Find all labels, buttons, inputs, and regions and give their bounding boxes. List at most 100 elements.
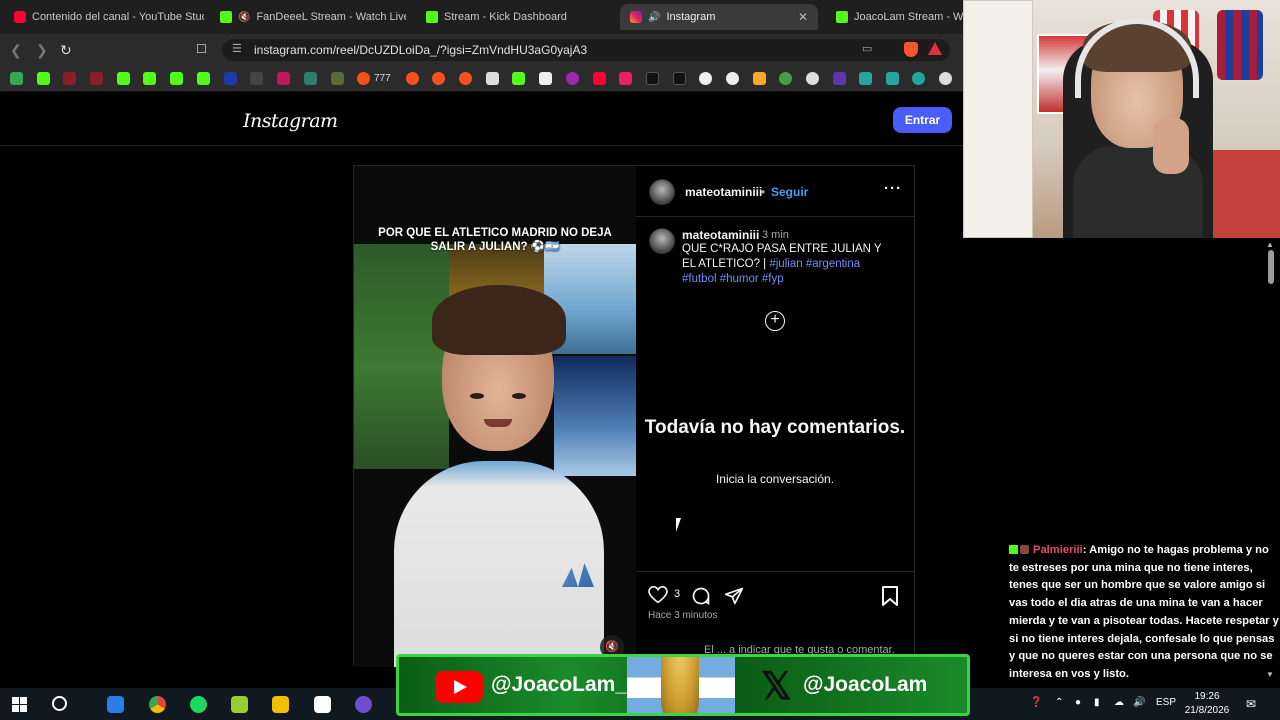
bookmark-icon[interactable] (432, 72, 445, 85)
tray-arrow-icon[interactable]: ⌃ (1055, 697, 1063, 708)
folder-icon[interactable] (272, 696, 289, 713)
tab-kick-dashboard[interactable]: Stream - Kick Dashboard (416, 4, 612, 30)
bookmark-icon[interactable] (406, 72, 419, 85)
volume-icon[interactable]: 🔊 (1133, 697, 1145, 708)
windows-start-icon[interactable] (12, 697, 27, 712)
posted-time: Hace 3 minutos (648, 610, 718, 621)
bookmark-icon[interactable] (539, 72, 552, 85)
spotify-icon[interactable] (190, 696, 207, 713)
bookmark-icon[interactable] (486, 72, 499, 85)
bookmark-icon[interactable] (63, 72, 76, 85)
help-icon[interactable]: ❓ (1030, 697, 1042, 708)
x-icon[interactable] (673, 72, 686, 85)
drive-icon[interactable] (10, 72, 23, 85)
bookmark-icon[interactable] (357, 72, 370, 85)
bookmark-icon[interactable] (912, 72, 925, 85)
kick-icon (836, 11, 848, 23)
post-author-username[interactable]: mateotaminiii (685, 185, 762, 199)
kick-icon[interactable] (143, 72, 156, 85)
tiktok-icon[interactable] (646, 72, 659, 85)
reload-icon[interactable]: ↻ (60, 42, 72, 59)
bookmark-icon[interactable] (250, 72, 263, 85)
search-icon[interactable] (52, 696, 67, 711)
avatar[interactable] (649, 179, 675, 205)
bookmark-icon[interactable] (833, 72, 846, 85)
system-clock[interactable]: 19:26 21/8/2026 (1176, 690, 1238, 718)
back-icon[interactable]: ❮ (10, 42, 22, 59)
bookmark-icon[interactable] (304, 72, 317, 85)
file-explorer-icon[interactable] (107, 696, 124, 713)
instagram-icon[interactable] (619, 72, 632, 85)
follow-button[interactable]: Seguir (771, 185, 808, 199)
no-comments-title: Todavía no hay comentarios. (644, 417, 906, 438)
address-bar[interactable]: ☰ instagram.com/reel/DcUZDLoiDa_/?igsi=Z… (222, 39, 950, 61)
chrome-icon[interactable] (149, 696, 166, 713)
youtube-icon[interactable] (593, 72, 606, 85)
bookmark-label[interactable]: 777 (374, 73, 391, 84)
microphone-icon[interactable]: ● (1075, 697, 1081, 708)
brave-rewards-icon[interactable] (928, 42, 942, 55)
bookmark-icon[interactable] (90, 72, 103, 85)
bookmark-icon[interactable] (726, 72, 739, 85)
bookmarks-bar: 777 (0, 66, 963, 92)
bookmark-icon[interactable] (224, 72, 237, 85)
bookmark-icon[interactable] (277, 72, 290, 85)
chatgpt-icon[interactable] (806, 72, 819, 85)
bookmark-icon[interactable] (566, 72, 579, 85)
site-settings-icon[interactable]: ☰ (232, 42, 242, 55)
speaker-icon[interactable]: 🔊 (648, 12, 660, 23)
mute-icon[interactable]: 🔇 (238, 12, 250, 23)
app-icon[interactable] (355, 696, 372, 713)
instagram-logo[interactable]: Instagram (243, 110, 338, 132)
tab-kick-joacolam[interactable]: JoacoLam Stream - Watch Live on Kick (826, 4, 963, 30)
network-icon[interactable]: ☁ (1114, 697, 1124, 708)
comment-icon[interactable] (691, 586, 711, 606)
bookmark-icon[interactable] (779, 72, 792, 85)
save-bookmark-icon[interactable] (882, 586, 898, 606)
share-icon[interactable] (724, 586, 744, 606)
brave-shields-icon[interactable] (904, 42, 918, 57)
tab-title: Contenido del canal - YouTube Studio (32, 11, 204, 23)
kick-icon[interactable] (197, 72, 210, 85)
battery-icon[interactable]: ▮ (1094, 697, 1100, 708)
world-cup-trophy (661, 657, 699, 713)
bookmark-icon[interactable] (459, 72, 472, 85)
kick-icon[interactable] (170, 72, 183, 85)
tab-kick-fandeeel[interactable]: 🔇 FanDeeeL Stream - Watch Live on Kick (210, 4, 406, 30)
bookmark-icon[interactable] (331, 72, 344, 85)
capcut-icon[interactable] (314, 696, 331, 713)
bookmark-icon[interactable] (939, 72, 952, 85)
bookmark-icon[interactable]: ☐ (196, 42, 207, 56)
language-indicator[interactable]: ESP (1156, 697, 1176, 708)
instagram-page: Instagram Entrar POR QUE EL ATLETICO MAD… (0, 93, 963, 688)
bookmark-icon[interactable] (37, 72, 50, 85)
bookmark-icon[interactable] (859, 72, 872, 85)
login-button[interactable]: Entrar (893, 107, 952, 133)
subscriber-badge-icon (1020, 545, 1029, 554)
more-options-icon[interactable]: ··· (884, 180, 902, 197)
reel-video[interactable]: POR QUE EL ATLETICO MADRID NO DEJA SALIR… (354, 166, 636, 667)
bookmark-icon[interactable] (753, 72, 766, 85)
url-text[interactable]: instagram.com/reel/DcUZDLoiDa_/?igsi=ZmV… (254, 43, 587, 57)
tab-youtube-studio[interactable]: Contenido del canal - YouTube Studio (4, 4, 204, 30)
like-heart-icon[interactable] (648, 586, 668, 604)
tab-title: Stream - Kick Dashboard (444, 11, 567, 23)
kick-icon[interactable] (117, 72, 130, 85)
streamer-hand (1153, 118, 1189, 174)
bookmark-icon[interactable] (699, 72, 712, 85)
forward-icon[interactable]: ❯ (36, 42, 48, 59)
like-count[interactable]: 3 (674, 588, 680, 600)
scroll-up-icon[interactable]: ▲ (1266, 240, 1274, 249)
bookmark-icon[interactable] (886, 72, 899, 85)
tab-instagram[interactable]: 🔊 Instagram ✕ (620, 4, 818, 30)
scrollbar-thumb[interactable] (1268, 250, 1274, 284)
avatar[interactable] (649, 228, 675, 254)
notifications-icon[interactable]: ✉ (1246, 697, 1256, 711)
video-creator-person (394, 285, 604, 667)
cast-icon[interactable]: ▭ (862, 42, 872, 55)
bookmark-icon[interactable] (512, 72, 525, 85)
comment-author-username[interactable]: mateotaminiii (682, 228, 759, 242)
load-more-comments-icon[interactable]: + (765, 311, 785, 331)
close-tab-icon[interactable]: ✕ (798, 10, 808, 24)
app-icon[interactable] (231, 696, 248, 713)
